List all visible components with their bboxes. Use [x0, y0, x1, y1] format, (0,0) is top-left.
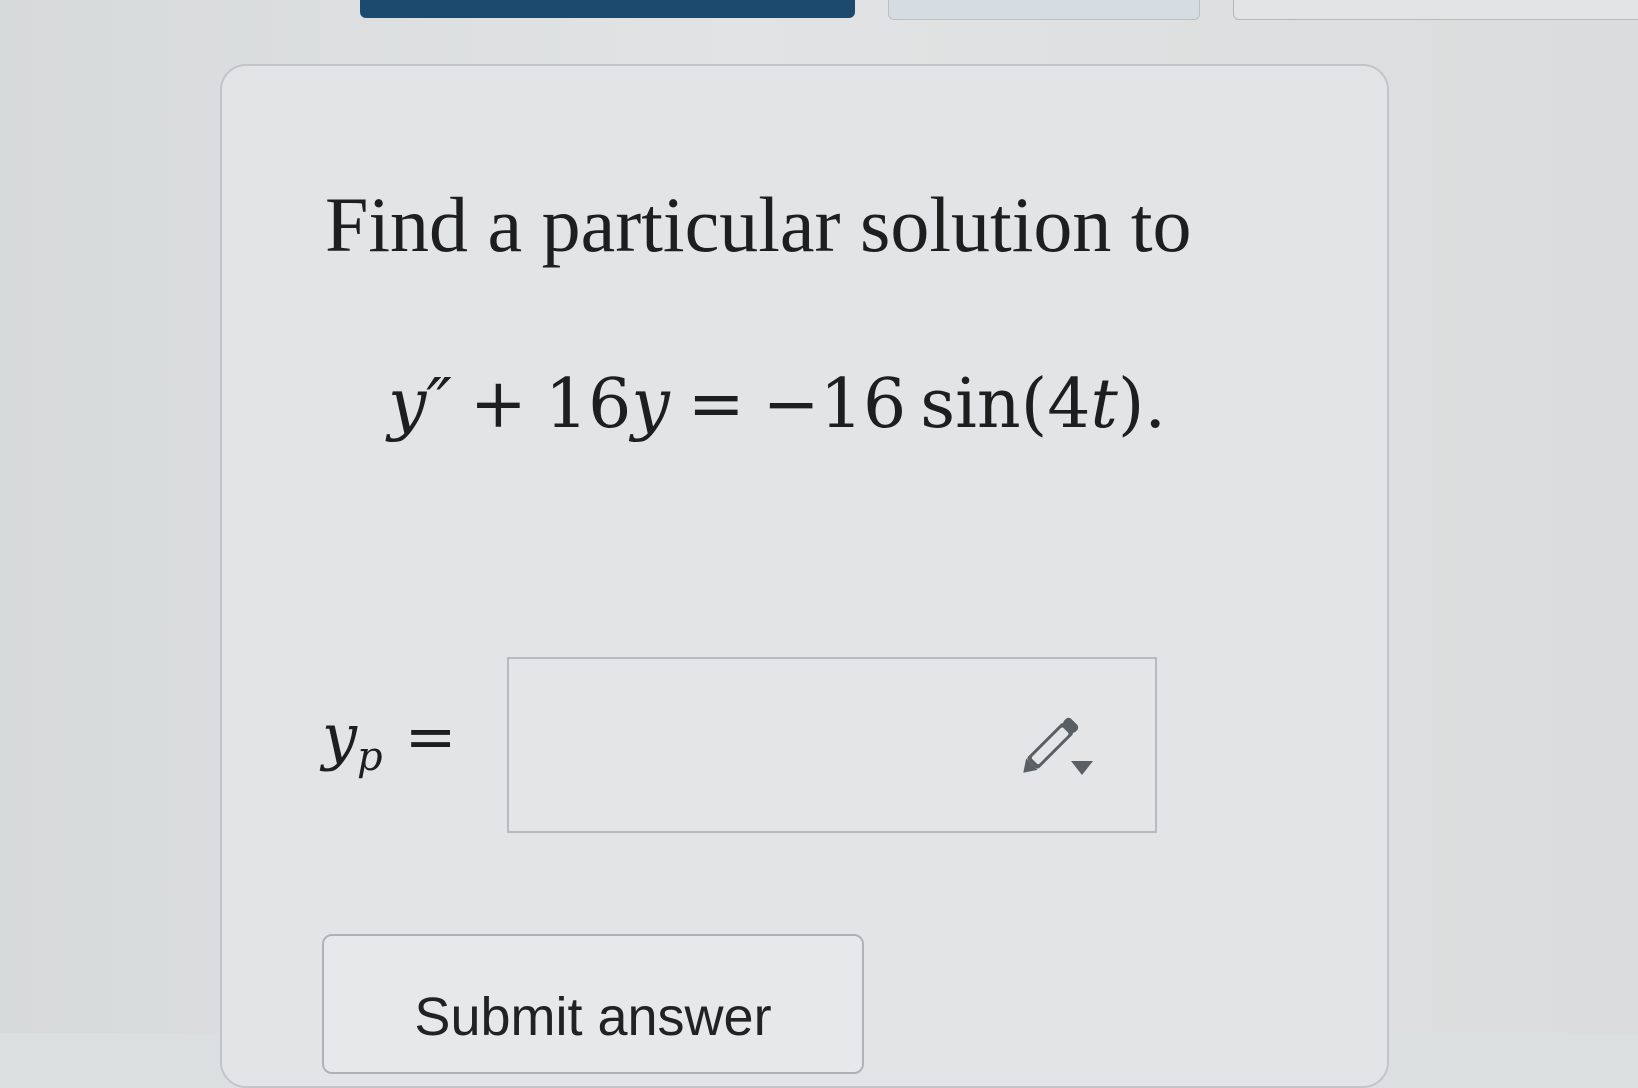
answer-label-var: y — [322, 700, 358, 773]
equation-operator: = — [687, 365, 745, 444]
equation-paren: ). — [1117, 365, 1166, 444]
equation-term: t — [1090, 365, 1118, 444]
answer-label-subscript: p — [357, 734, 383, 780]
equation: y″ +16y = −16 sin(4t). — [388, 365, 1166, 444]
question-prompt: Find a particular solution to — [325, 181, 1192, 268]
submit-answer-button[interactable]: Submit answer — [322, 934, 864, 1074]
equation-operator: + — [469, 365, 527, 444]
answer-label: yp = — [322, 700, 457, 780]
pencil-dropdown-icon[interactable] — [1015, 705, 1105, 785]
nav-tab[interactable] — [888, 0, 1200, 20]
equation-term: 16 — [819, 365, 907, 444]
equation-term: y″ — [388, 365, 452, 444]
answer-label-equals: = — [404, 700, 457, 773]
equation-term: 4 — [1047, 365, 1091, 444]
equation-term: 16 — [544, 365, 632, 444]
equation-function: sin — [920, 365, 1021, 444]
equation-operator: − — [762, 365, 820, 444]
equation-paren: ( — [1020, 365, 1048, 444]
answer-input-overlay — [507, 657, 1157, 833]
equation-term: y — [631, 365, 670, 444]
nav-tab[interactable] — [1233, 0, 1638, 20]
nav-tab-active[interactable] — [360, 0, 855, 18]
